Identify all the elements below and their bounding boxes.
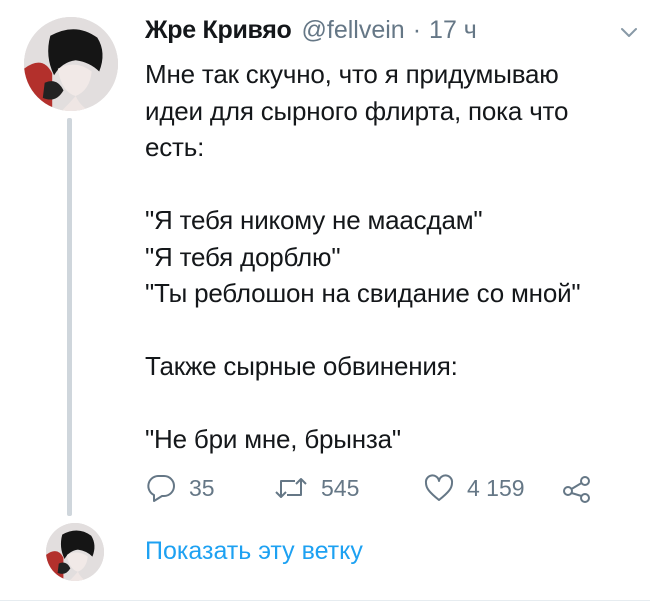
retweet-icon [273, 473, 309, 503]
show-thread-link[interactable]: Показать эту ветку [145, 537, 363, 566]
tweet-actions: 35 545 4 159 [145, 468, 605, 508]
like-button[interactable]: 4 159 [423, 468, 525, 508]
thread-avatar[interactable] [46, 523, 104, 581]
thread-connector-line [67, 118, 72, 516]
tweet-timestamp[interactable]: 17 ч [429, 16, 477, 45]
like-count: 4 159 [467, 474, 525, 501]
chevron-down-icon[interactable] [620, 26, 638, 38]
author-name[interactable]: Жре Кривяо [145, 16, 292, 45]
avatar-image [46, 523, 104, 581]
bottom-divider [0, 600, 650, 601]
tweet-text: Мне так скучно, что я придумываю идеи дл… [145, 59, 581, 454]
reply-count: 35 [189, 474, 215, 501]
author-avatar[interactable] [24, 17, 118, 111]
share-button[interactable] [561, 468, 593, 508]
header-separator: · [412, 16, 422, 44]
tweet-header: Жре Кривяо @fellvein · 17 ч [145, 16, 477, 50]
retweet-count: 545 [321, 474, 360, 501]
heart-icon [423, 473, 455, 503]
author-handle[interactable]: @fellvein [302, 16, 405, 45]
reply-button[interactable]: 35 [145, 468, 215, 508]
share-icon [561, 473, 593, 503]
reply-icon [145, 473, 177, 503]
retweet-button[interactable]: 545 [273, 468, 359, 508]
avatar-image [24, 17, 118, 111]
